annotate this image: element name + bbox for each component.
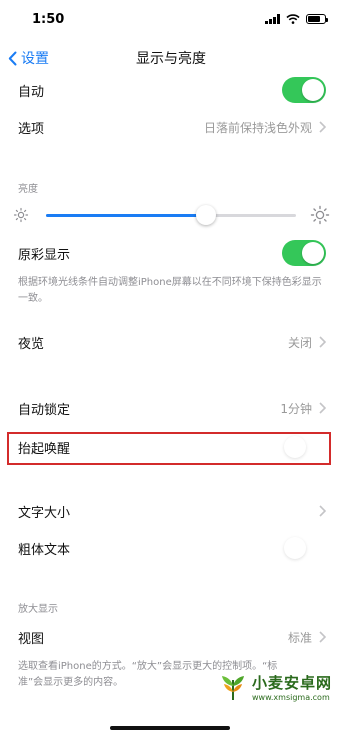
auto-lock-row[interactable]: 自动锁定 1分钟 [0, 390, 342, 426]
true-tone-row: 原彩显示 [0, 235, 342, 271]
brightness-track[interactable] [46, 214, 296, 217]
chevron-right-icon [319, 121, 326, 133]
cellular-signal-icon [265, 14, 280, 24]
system-icons [265, 14, 328, 24]
watermark-url: www.xmsigma.com [251, 693, 330, 702]
bold-text-row: 粗体文本 [0, 530, 342, 566]
night-shift-row[interactable]: 夜览 关闭 [0, 324, 342, 360]
home-indicator [110, 726, 230, 730]
auto-lock-value: 1分钟 [280, 402, 312, 416]
options-row[interactable]: 选项 日落前保持浅色外观 [0, 109, 342, 145]
brightness-low-icon [13, 207, 29, 223]
night-shift-value: 关闭 [287, 336, 312, 350]
status-time: 1:50 [32, 12, 65, 27]
night-shift-label: 夜览 [18, 337, 45, 352]
auto-lock-label: 自动锁定 [18, 403, 71, 418]
true-tone-label: 原彩显示 [18, 248, 71, 263]
bold-text-toggle[interactable] [282, 535, 326, 561]
text-size-label: 文字大小 [18, 506, 71, 521]
auto-label: 自动 [18, 85, 45, 100]
view-row[interactable]: 视图 标准 [0, 619, 342, 655]
bold-text-label: 粗体文本 [18, 543, 71, 558]
chevron-right-icon [319, 505, 326, 517]
brightness-thumb[interactable] [196, 205, 216, 225]
leaf-logo-icon [221, 676, 244, 700]
watermark: 小麦安卓网 www.xmsigma.com [218, 672, 332, 702]
brightness-slider[interactable] [0, 200, 342, 230]
chevron-right-icon [319, 336, 326, 348]
options-value: 日落前保持浅色外观 [203, 121, 312, 135]
display-zoom-header: 放大显示 [18, 604, 58, 615]
battery-icon [306, 14, 328, 24]
status-bar: 1:50 [0, 0, 342, 40]
view-value: 标准 [287, 631, 312, 645]
chevron-right-icon [319, 402, 326, 414]
brightness-header: 亮度 [18, 184, 38, 195]
text-size-row[interactable]: 文字大小 [0, 493, 342, 529]
highlight-box [7, 432, 331, 465]
options-label: 选项 [18, 122, 45, 137]
true-tone-toggle[interactable] [282, 240, 326, 266]
brightness-high-icon [310, 205, 330, 225]
navigation-bar: 设置 显示与亮度 [0, 42, 342, 76]
auto-appearance-row: 自动 [0, 72, 342, 108]
view-label: 视图 [18, 632, 45, 647]
auto-toggle[interactable] [282, 77, 326, 103]
page-title: 显示与亮度 [136, 51, 206, 67]
watermark-title: 小麦安卓网 [251, 674, 332, 692]
wifi-icon [286, 14, 300, 24]
true-tone-footnote: 根据环境光线条件自动调整iPhone屏幕以在不同环境下保持色彩显示一致。 [18, 277, 322, 304]
brightness-fill [46, 214, 206, 217]
chevron-right-icon [319, 631, 326, 643]
